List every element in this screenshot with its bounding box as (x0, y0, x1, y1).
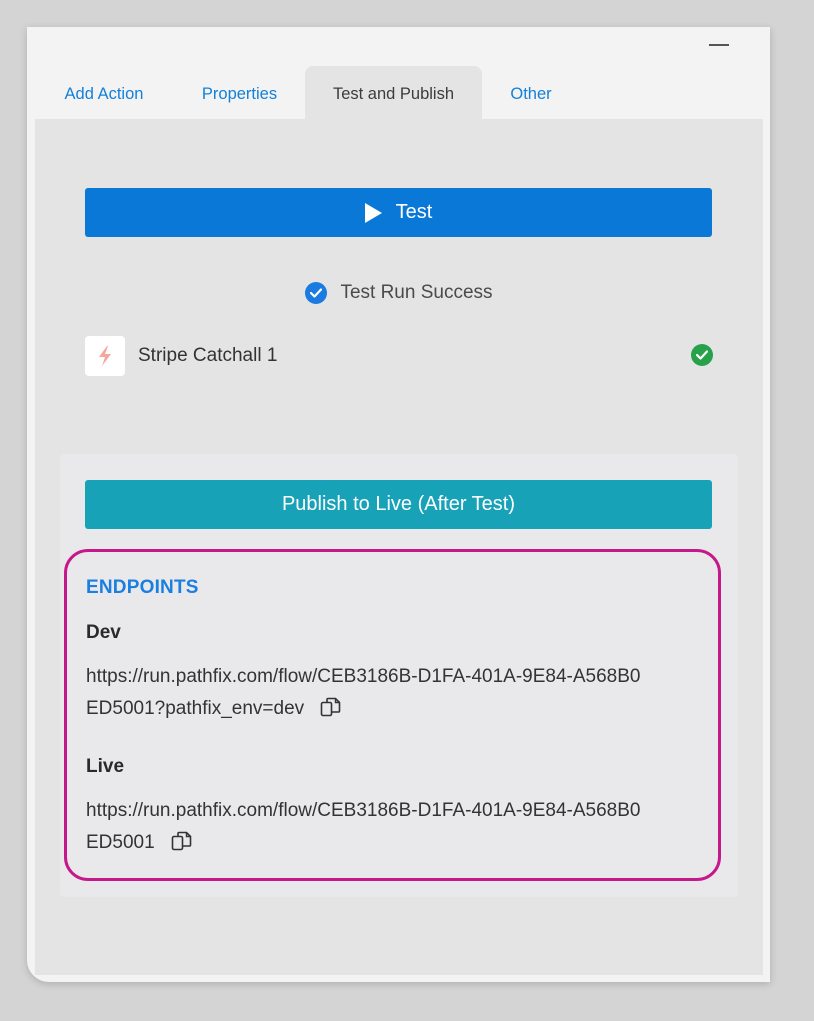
dev-endpoint-url: https://run.pathfix.com/flow/CEB3186B-D1… (86, 661, 646, 728)
play-icon (364, 202, 382, 223)
live-endpoint-url: https://run.pathfix.com/flow/CEB3186B-D1… (86, 795, 646, 862)
lightning-icon (85, 336, 125, 376)
live-url-text: https://run.pathfix.com/flow/CEB3186B-D1… (86, 800, 641, 853)
endpoints-box: ENDPOINTS Dev https://run.pathfix.com/fl… (64, 549, 721, 881)
step-label: Stripe Catchall 1 (138, 345, 278, 366)
check-circle-icon (305, 282, 328, 304)
minimize-icon[interactable] (709, 44, 729, 46)
test-run-status: Test Run Success (35, 282, 763, 304)
tab-bar: Add Action Properties Test and Publish O… (27, 66, 770, 119)
dev-label: Dev (86, 622, 121, 643)
success-check-icon (691, 344, 713, 366)
publish-section: Publish to Live (After Test) ENDPOINTS D… (60, 454, 738, 897)
tab-add-action[interactable]: Add Action (49, 66, 159, 119)
publish-to-live-button[interactable]: Publish to Live (After Test) (85, 480, 712, 529)
copy-icon[interactable] (171, 830, 193, 862)
test-button-label: Test (395, 201, 433, 223)
test-publish-panel: Test Test Run Success Stripe Catchall 1 … (35, 119, 763, 975)
tab-properties[interactable]: Properties (187, 66, 292, 119)
test-run-status-text: Test Run Success (340, 282, 493, 303)
dev-url-text: https://run.pathfix.com/flow/CEB3186B-D1… (86, 666, 641, 719)
copy-icon[interactable] (320, 696, 342, 728)
live-label: Live (86, 756, 125, 777)
test-button[interactable]: Test (85, 188, 712, 237)
endpoints-heading: ENDPOINTS (86, 577, 199, 598)
step-item[interactable]: Stripe Catchall 1 (85, 336, 715, 376)
tab-test-and-publish[interactable]: Test and Publish (305, 66, 482, 119)
flow-editor-window: Add Action Properties Test and Publish O… (27, 27, 770, 982)
tab-other[interactable]: Other (497, 66, 565, 119)
